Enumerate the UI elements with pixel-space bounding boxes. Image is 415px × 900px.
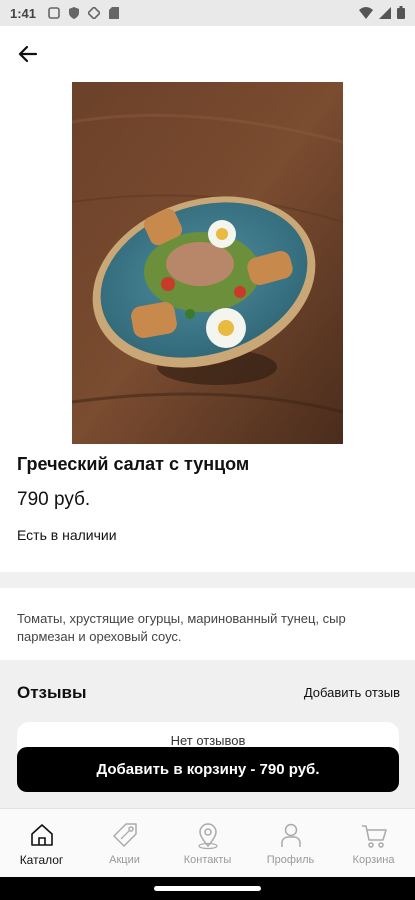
cell-signal-icon bbox=[379, 6, 391, 19]
shield-icon bbox=[69, 7, 80, 19]
signal-app-icon bbox=[88, 7, 101, 19]
product-image[interactable] bbox=[72, 82, 343, 444]
product-title: Греческий салат с тунцом bbox=[17, 454, 250, 474]
add-to-cart-button[interactable]: Добавить в корзину - 790 руб. bbox=[17, 747, 399, 792]
tab-promotions[interactable]: Акции bbox=[83, 809, 166, 878]
product-price: 790 руб. bbox=[17, 489, 91, 510]
system-navigation-bar bbox=[0, 877, 415, 900]
profile-icon bbox=[280, 823, 301, 847]
tab-label: Контакты bbox=[183, 854, 232, 866]
tab-label: Акции bbox=[109, 854, 140, 866]
tab-label: Профиль bbox=[266, 854, 315, 866]
home-gesture-handle[interactable] bbox=[154, 886, 261, 891]
bottom-tab-bar: Каталог Акции Контакты Профиль Корзина bbox=[0, 808, 415, 878]
sd-card-icon bbox=[109, 7, 120, 19]
no-reviews-text: Нет отзывов bbox=[170, 733, 246, 748]
tab-catalog[interactable]: Каталог bbox=[0, 809, 83, 878]
back-button[interactable] bbox=[14, 40, 42, 68]
location-pin-icon bbox=[197, 823, 218, 850]
add-review-link[interactable]: Добавить отзыв bbox=[304, 685, 400, 700]
tab-profile[interactable]: Профиль bbox=[249, 809, 332, 878]
status-bar: 1:41 bbox=[0, 0, 415, 26]
notification-icon bbox=[48, 7, 60, 19]
status-time: 1:41 bbox=[10, 5, 37, 21]
tag-icon bbox=[112, 823, 137, 847]
tab-label: Каталог bbox=[19, 853, 64, 867]
tab-cart[interactable]: Корзина bbox=[332, 809, 415, 878]
description-card: Томаты, хрустящие огурцы, маринованный т… bbox=[0, 588, 415, 660]
product-description: Томаты, хрустящие огурцы, маринованный т… bbox=[17, 611, 346, 644]
battery-icon bbox=[397, 6, 405, 19]
tab-contacts[interactable]: Контакты bbox=[166, 809, 249, 878]
availability-label: Есть в наличии bbox=[17, 527, 117, 543]
arrow-left-icon bbox=[18, 45, 38, 63]
product-card: Греческий салат с тунцом 790 руб. Есть в… bbox=[0, 80, 415, 572]
reviews-heading: Отзывы bbox=[17, 683, 87, 702]
tab-label: Корзина bbox=[352, 854, 395, 866]
cart-icon bbox=[361, 825, 387, 848]
app-bar bbox=[0, 26, 415, 80]
wifi-icon bbox=[359, 6, 373, 19]
home-icon bbox=[30, 824, 53, 846]
